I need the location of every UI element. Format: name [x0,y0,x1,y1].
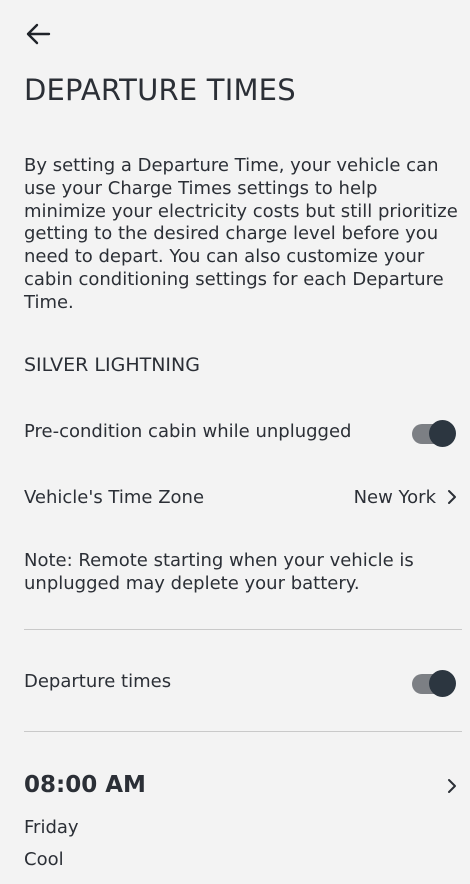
departure-cabin-mode: Cool [24,849,64,870]
chevron-right-icon [446,778,458,798]
time-zone-label: Vehicle's Time Zone [24,486,205,508]
divider [24,629,462,630]
page-title: DEPARTURE TIMES [24,73,296,107]
description-text: By setting a Departure Time, your vehicl… [24,155,458,313]
departure-times-toggle[interactable] [412,669,456,697]
departure-times-screen: DEPARTURE TIMES By setting a Departure T… [0,0,470,884]
departure-times-label: Departure times [24,670,172,692]
back-button[interactable] [20,20,56,52]
departure-times-row: Departure times [24,664,458,698]
toggle-thumb [429,419,456,447]
time-zone-value: New York [353,486,436,508]
departure-time-item[interactable]: 08:00 AM Friday Cool [24,772,458,876]
departure-day: Friday [24,817,79,838]
precondition-toggle[interactable] [412,419,456,447]
chevron-right-icon [446,489,458,505]
precondition-row: Pre-condition cabin while unplugged [24,414,458,448]
note-text: Note: Remote starting when your vehicle … [24,550,414,594]
toggle-thumb [429,669,456,697]
vehicle-name: SILVER LIGHTNING [24,354,200,376]
divider [24,731,462,732]
departure-time-value: 08:00 AM [24,772,146,798]
arrow-left-icon [25,23,51,49]
time-zone-value-wrap: New York [354,487,458,508]
precondition-label: Pre-condition cabin while unplugged [24,420,352,442]
time-zone-row[interactable]: Vehicle's Time Zone New York [24,480,458,514]
